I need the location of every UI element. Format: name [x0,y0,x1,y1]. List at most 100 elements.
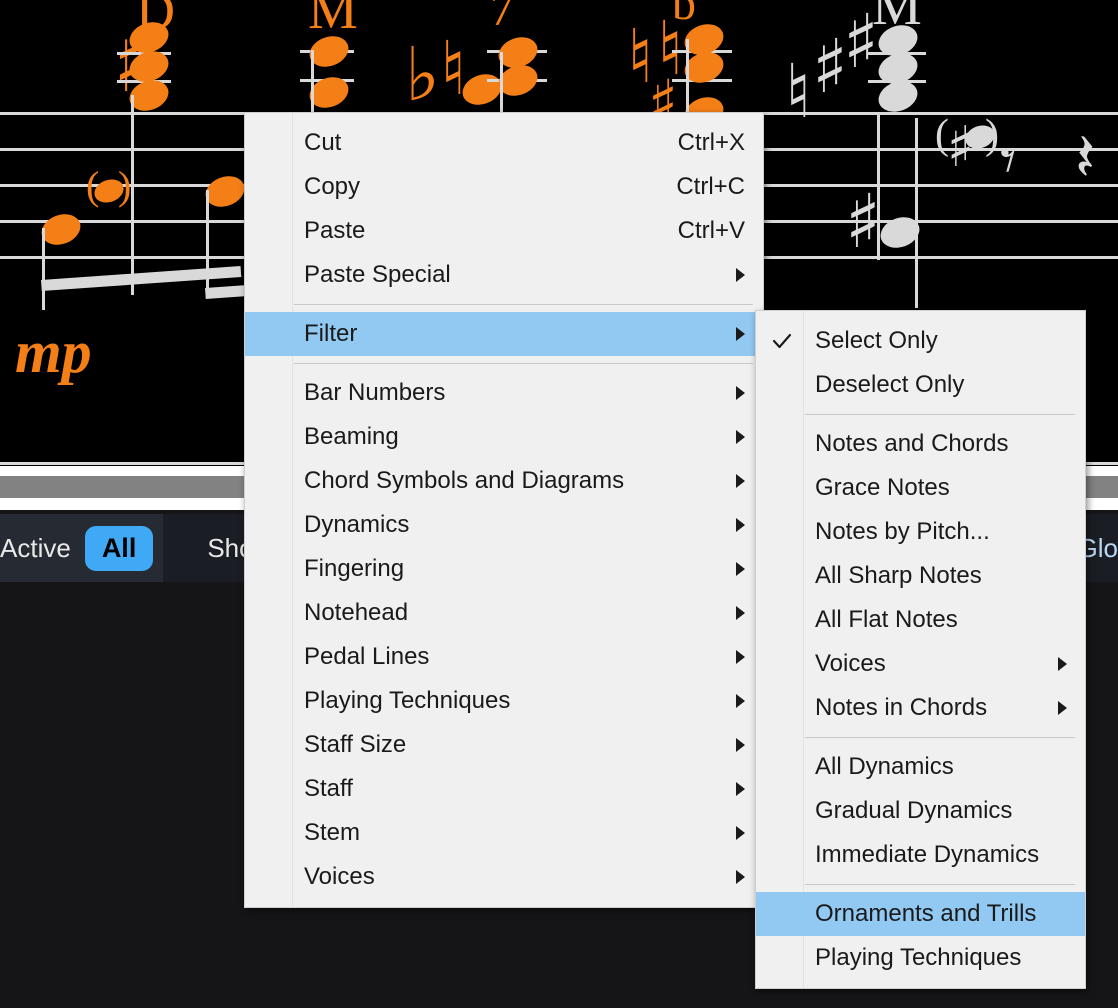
chevron-right-icon [736,870,745,884]
filter-submenu-item-label: Select Only [815,327,938,354]
chevron-right-icon [1058,701,1067,715]
context-menu-item-filter[interactable]: Filter [245,312,763,356]
filter-submenu[interactable]: Select Only Deselect Only Notes and Chords… [755,310,1086,989]
context-menu-item-label: Pedal Lines [304,643,430,670]
chord-symbol-7[interactable]: 7 [490,0,514,34]
context-menu-item-label: Staff Size [304,731,407,758]
note-stem[interactable] [131,95,134,295]
filter-submenu-item-notes-by-pitch[interactable]: Notes by Pitch... [756,510,1085,554]
note-stem[interactable] [686,39,689,117]
context-menu-item-label: Stem [304,819,361,846]
context-menu-item-staff[interactable]: Staff [245,767,763,811]
context-menu-item-stem[interactable]: Stem [245,811,763,855]
context-menu-item-label: Fingering [304,555,405,582]
context-menu-item-label: Filter [304,320,358,347]
context-menu[interactable]: Cut Ctrl+X Copy Ctrl+C Paste Ctrl+V Paste Spec… [244,112,764,908]
filter-submenu-item-label: All Sharp Notes [815,562,982,589]
eighth-rest[interactable]: 𝄾 [1000,130,1017,192]
filter-submenu-item-ornaments-and-trills[interactable]: Ornaments and Trills [756,892,1085,936]
context-menu-item-paste-special[interactable]: Paste Special [245,253,763,297]
context-menu-item-copy[interactable]: Copy Ctrl+C [245,165,763,209]
context-menu-item-chord-symbols-and-diagrams[interactable]: Chord Symbols and Diagrams [245,459,763,503]
context-menu-item-label: Paste [304,217,366,244]
filter-submenu-item-voices[interactable]: Voices [756,642,1085,686]
chevron-right-icon [736,474,745,488]
filter-submenu-item-label: Playing Techniques [815,944,1022,971]
context-menu-item-pedal-lines[interactable]: Pedal Lines [245,635,763,679]
filter-submenu-item-notes-in-chords[interactable]: Notes in Chords [756,686,1085,730]
chevron-right-icon [736,386,745,400]
filter-submenu-item-immediate-dynamics[interactable]: Immediate Dynamics [756,833,1085,877]
parenthesis-left: ( [86,163,100,208]
chevron-right-icon [736,327,745,341]
parenthesis-right: ) [118,163,132,208]
chevron-right-icon [1058,657,1067,671]
chevron-right-icon [736,782,745,796]
context-menu-item-label: Copy [304,173,361,200]
sharp-accidental[interactable]: ♯ [845,185,881,259]
filter-submenu-separator [805,737,1075,738]
context-menu-item-notehead[interactable]: Notehead [245,591,763,635]
filter-submenu-item-label: All Flat Notes [815,606,958,633]
filter-submenu-item-label: Grace Notes [815,474,950,501]
filter-submenu-item-notes-and-chords[interactable]: Notes and Chords [756,422,1085,466]
context-menu-item-label: Beaming [304,423,399,450]
context-menu-separator [294,304,753,305]
context-menu-item-paste[interactable]: Paste Ctrl+V [245,209,763,253]
context-menu-separator [294,363,753,364]
context-menu-item-bar-numbers[interactable]: Bar Numbers [245,371,763,415]
filter-submenu-item-label: Immediate Dynamics [815,841,1040,868]
context-menu-item-label: Chord Symbols and Diagrams [304,467,625,494]
checkmark-icon [771,330,793,352]
filter-submenu-item-label: Deselect Only [815,371,965,398]
active-filter-label[interactable]: Active [0,533,85,564]
note-stem[interactable] [915,118,918,308]
filter-submenu-item-label: Ornaments and Trills [815,900,1037,927]
filter-submenu-item-playing-techniques[interactable]: Playing Techniques [756,936,1085,980]
chevron-right-icon [736,738,745,752]
chevron-right-icon [736,606,745,620]
note-stem[interactable] [311,50,314,118]
dynamic-mp[interactable]: mp [15,322,92,382]
context-menu-item-playing-techniques[interactable]: Playing Techniques [245,679,763,723]
filter-submenu-item-gradual-dynamics[interactable]: Gradual Dynamics [756,789,1085,833]
filter-submenu-item-select-only[interactable]: Select Only [756,319,1085,363]
context-menu-item-label: Notehead [304,599,409,626]
quarter-rest[interactable]: 𝄽 [1075,125,1095,191]
filter-submenu-item-all-dynamics[interactable]: All Dynamics [756,745,1085,789]
filter-submenu-item-grace-notes[interactable]: Grace Notes [756,466,1085,510]
note-stem[interactable] [500,52,503,120]
filter-submenu-item-all-flat-notes[interactable]: All Flat Notes [756,598,1085,642]
filter-submenu-items: Select Only Deselect Only Notes and Chords… [756,311,1085,988]
chevron-right-icon [736,430,745,444]
chevron-right-icon [736,562,745,576]
chord-symbol-M[interactable]: M [308,0,358,38]
context-menu-item-label: Dynamics [304,511,410,538]
chevron-right-icon [736,518,745,532]
filter-segment-group: Active All [0,514,164,582]
chevron-right-icon [736,650,745,664]
context-menu-item-fingering[interactable]: Fingering [245,547,763,591]
filter-submenu-separator [805,884,1075,885]
filter-submenu-item-label: Voices [815,650,886,677]
context-menu-item-beaming[interactable]: Beaming [245,415,763,459]
filter-submenu-item-all-sharp-notes[interactable]: All Sharp Notes [756,554,1085,598]
filter-submenu-item-label: All Dynamics [815,753,954,780]
context-menu-item-shortcut: Ctrl+C [676,173,745,200]
context-menu-item-label: Cut [304,129,342,156]
context-menu-item-staff-size[interactable]: Staff Size [245,723,763,767]
natural-accidental[interactable]: ♮ [785,55,811,129]
filter-submenu-item-deselect-only[interactable]: Deselect Only [756,363,1085,407]
app-window: D ♯ ( ) mp M 7 ♭ ♮ b [0,0,1118,1008]
flat-accidental[interactable]: ♭ [405,38,440,112]
context-menu-item-label: Staff [304,775,353,802]
context-menu-item-cut[interactable]: Cut Ctrl+X [245,121,763,165]
note-stem[interactable] [42,228,45,310]
context-menu-item-shortcut: Ctrl+X [677,129,745,156]
chevron-right-icon [736,268,745,282]
sharp-accidental[interactable]: ♯ [843,5,879,79]
all-filter-button[interactable]: All [84,525,154,571]
context-menu-item-dynamics[interactable]: Dynamics [245,503,763,547]
filter-submenu-item-label: Gradual Dynamics [815,797,1013,824]
context-menu-item-voices[interactable]: Voices [245,855,763,899]
